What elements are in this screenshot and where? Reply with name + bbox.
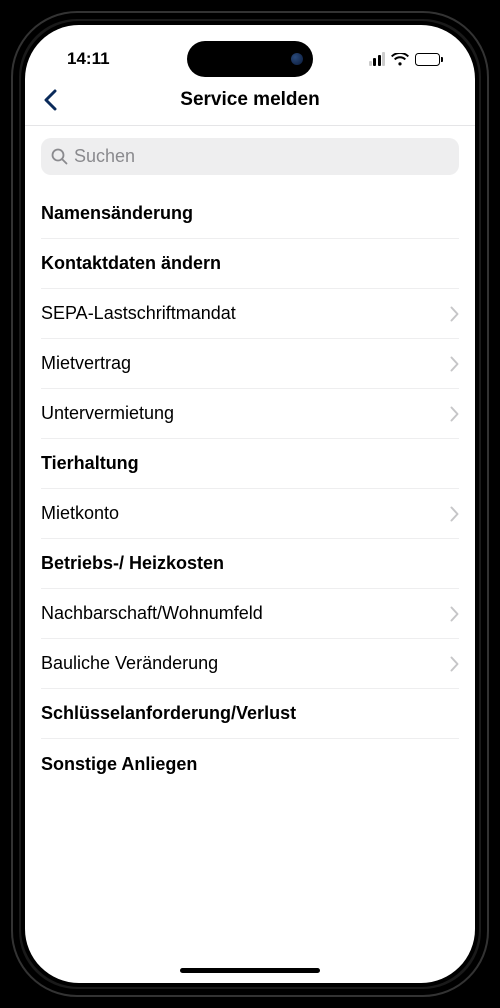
- list-item[interactable]: Tierhaltung: [41, 439, 459, 489]
- list-item-label: Sonstige Anliegen: [41, 754, 197, 775]
- list-item-label: Mietvertrag: [41, 353, 131, 374]
- list-item[interactable]: Namensänderung: [41, 189, 459, 239]
- back-button[interactable]: [43, 89, 57, 111]
- list-item[interactable]: Betriebs-/ Heizkosten: [41, 539, 459, 589]
- battery-icon: [415, 53, 443, 66]
- service-list: Namensänderung Kontaktdaten ändern SEPA-La…: [41, 189, 459, 789]
- list-item-label: Schlüsselanforderung/Verlust: [41, 703, 296, 724]
- list-item[interactable]: Nachbarschaft/Wohnumfeld: [41, 589, 459, 639]
- list-item-label: Namensänderung: [41, 203, 193, 224]
- list-item[interactable]: Bauliche Veränderung: [41, 639, 459, 689]
- chevron-right-icon: [450, 306, 459, 322]
- list-item-label: Kontaktdaten ändern: [41, 253, 221, 274]
- list-item[interactable]: Untervermietung: [41, 389, 459, 439]
- page-title: Service melden: [41, 89, 459, 111]
- dynamic-island: [187, 41, 313, 77]
- phone-bezel: 14:11: [21, 21, 479, 987]
- list-item[interactable]: SEPA-Lastschriftmandat: [41, 289, 459, 339]
- status-indicators: [369, 52, 444, 66]
- list-item[interactable]: Mietvertrag: [41, 339, 459, 389]
- list-item[interactable]: Schlüsselanforderung/Verlust: [41, 689, 459, 739]
- home-indicator[interactable]: [180, 968, 320, 973]
- list-item-label: SEPA-Lastschriftmandat: [41, 303, 236, 324]
- list-item-label: Nachbarschaft/Wohnumfeld: [41, 603, 263, 624]
- list-item[interactable]: Mietkonto: [41, 489, 459, 539]
- search-field[interactable]: [41, 138, 459, 175]
- chevron-right-icon: [450, 506, 459, 522]
- status-time: 14:11: [67, 49, 110, 69]
- chevron-right-icon: [450, 656, 459, 672]
- chevron-right-icon: [450, 406, 459, 422]
- search-icon: [51, 148, 68, 165]
- list-item-label: Mietkonto: [41, 503, 119, 524]
- camera-dot: [291, 53, 303, 65]
- cellular-signal-icon: [369, 52, 386, 66]
- list-item[interactable]: Sonstige Anliegen: [41, 739, 459, 789]
- list-item-label: Bauliche Veränderung: [41, 653, 218, 674]
- list-item[interactable]: Kontaktdaten ändern: [41, 239, 459, 289]
- chevron-right-icon: [450, 356, 459, 372]
- list-item-label: Untervermietung: [41, 403, 174, 424]
- content-area: Namensänderung Kontaktdaten ändern SEPA-La…: [25, 126, 475, 789]
- list-item-label: Tierhaltung: [41, 453, 139, 474]
- nav-bar: Service melden: [25, 79, 475, 126]
- chevron-right-icon: [450, 606, 459, 622]
- phone-frame: 14:11: [11, 11, 489, 997]
- screen: 14:11: [25, 25, 475, 983]
- search-input[interactable]: [74, 146, 449, 167]
- wifi-icon: [391, 53, 409, 66]
- chevron-left-icon: [43, 89, 57, 111]
- list-item-label: Betriebs-/ Heizkosten: [41, 553, 224, 574]
